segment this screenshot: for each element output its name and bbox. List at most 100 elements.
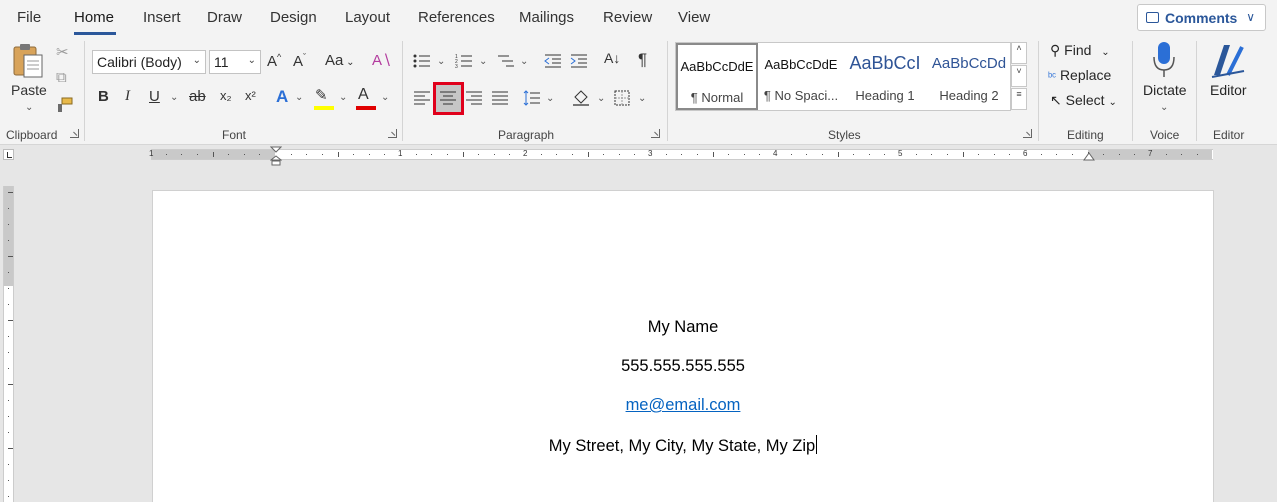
font-size-combo[interactable]: 11 ⌄ [209,50,261,74]
show-formatting-icon[interactable]: ¶ [638,50,647,70]
document-page[interactable]: My Name 555.555.555.555 me@email.com My … [152,190,1214,502]
chevron-down-icon[interactable]: ⌄ [597,93,605,104]
horizontal-ruler[interactable]: 1 1 2 3 4 5 6 7 [149,149,1213,160]
increase-indent-icon[interactable] [570,53,588,69]
chevron-down-icon[interactable]: ⌄ [381,92,389,103]
styles-scroll-up-icon[interactable]: ˄ [1011,42,1027,64]
style-no-spacing-sample: AaBbCcDdE [764,57,838,72]
ruler-tick [243,154,245,155]
tab-stop-selector[interactable] [3,149,14,160]
ruler-tick [321,154,323,155]
doc-line-name[interactable]: My Name [153,318,1213,337]
numbering-icon[interactable]: 1 2 3 [455,53,473,69]
ruler-tick [8,352,9,353]
shrink-font-icon[interactable]: Aˇ [293,52,306,70]
tab-references[interactable]: References [418,9,495,26]
strikethrough-button[interactable]: ab [189,88,206,105]
select-button[interactable]: ↖ Select ⌄ [1050,92,1117,109]
paste-button-label[interactable]: Paste [11,82,47,98]
doc-line-email[interactable]: me@email.com [153,396,1213,415]
right-indent-marker-icon[interactable] [1083,152,1095,162]
email-link[interactable]: me@email.com [626,396,741,414]
chevron-down-icon[interactable]: ⌄ [546,93,554,104]
chevron-down-icon[interactable]: ⌄ [479,56,487,67]
tab-design[interactable]: Design [270,9,317,26]
grow-font-icon[interactable]: A^ [267,52,281,70]
ruler-tick [556,154,558,155]
chevron-down-icon[interactable]: ⌄ [520,56,528,67]
shading-icon[interactable] [571,89,591,107]
tab-insert[interactable]: Insert [143,9,181,26]
multilevel-list-icon[interactable] [497,53,515,69]
indent-marker-icon[interactable] [270,146,282,166]
ruler-number: 7 [1148,149,1153,158]
clipboard-launcher-icon[interactable] [70,129,79,138]
styles-scroll-down-icon[interactable]: ˅ [1011,65,1027,87]
tab-layout[interactable]: Layout [345,9,390,26]
styles-more-icon[interactable]: ≡ [1011,88,1027,110]
justify-icon[interactable] [491,90,509,106]
bold-button[interactable]: B [98,88,109,105]
tab-mailings[interactable]: Mailings [519,9,574,26]
ruler-tick [8,400,9,401]
editor-icon[interactable] [1210,41,1246,79]
vertical-ruler[interactable] [3,186,14,502]
text-effects-icon[interactable]: A [276,87,288,107]
paste-icon[interactable] [12,43,46,79]
highlight-icon[interactable]: ✎ [315,86,328,104]
ruler-tick [8,448,13,449]
paragraph-launcher-icon[interactable] [651,129,660,138]
dictate-button-label[interactable]: Dictate [1143,82,1187,98]
format-painter-icon[interactable] [56,97,74,113]
chevron-down-icon[interactable]: ⌄ [638,93,646,104]
microphone-icon[interactable] [1152,41,1176,79]
bullets-icon[interactable] [413,53,431,69]
font-color-icon[interactable]: A [358,86,369,104]
doc-line-phone[interactable]: 555.555.555.555 [153,357,1213,376]
ruler-tick [8,240,9,241]
superscript-button[interactable]: x² [245,88,256,103]
style-normal[interactable]: AaBbCcDdE ¶ Normal [676,43,758,110]
editor-button-label[interactable]: Editor [1210,82,1247,98]
change-case-icon[interactable]: Aa ⌄ [325,52,355,69]
style-heading-1-name: Heading 1 [855,88,915,103]
ruler-tick [571,154,573,155]
borders-icon[interactable] [614,90,630,106]
align-left-icon[interactable] [413,90,431,106]
chevron-down-icon[interactable]: ⌄ [170,92,178,103]
style-no-spacing[interactable]: AaBbCcDdE ¶ No Spaci... [760,43,842,110]
style-normal-name: ¶ Normal [690,90,744,105]
paste-dropdown-icon[interactable]: ⌄ [25,102,33,113]
comments-button[interactable]: Comments ∨ [1137,4,1266,31]
chevron-down-icon[interactable]: ⌄ [295,92,303,103]
cut-icon[interactable]: ✂ [56,43,69,61]
cursor-icon: ↖ [1050,92,1062,108]
copy-icon[interactable]: ⧉ [56,69,67,86]
sort-icon[interactable]: A↓ [604,50,620,66]
font-name-combo[interactable]: Calibri (Body) ⌄ [92,50,206,74]
underline-button[interactable]: U [149,88,160,105]
font-launcher-icon[interactable] [388,129,397,138]
decrease-indent-icon[interactable] [544,53,562,69]
style-heading-1-sample: AaBbCcI [849,53,921,73]
clear-formatting-icon[interactable]: A∖ [372,51,392,69]
styles-launcher-icon[interactable] [1023,129,1032,138]
tab-draw[interactable]: Draw [207,9,242,26]
replace-button[interactable]: ᵇᶜ Replace [1048,67,1111,83]
chevron-down-icon[interactable]: ⌄ [437,56,445,67]
subscript-button[interactable]: x₂ [220,88,232,103]
italic-button[interactable]: I [125,88,130,105]
find-button[interactable]: ⚲ Find ⌄ [1050,42,1110,59]
tab-view[interactable]: View [678,9,710,26]
line-spacing-icon[interactable] [523,90,541,106]
tab-review[interactable]: Review [603,9,652,26]
doc-line-address[interactable]: My Street, My City, My State, My Zip [153,435,1213,456]
tab-file[interactable]: File [17,9,41,26]
style-heading-2[interactable]: AaBbCcDd Heading 2 [928,43,1010,110]
chevron-down-icon[interactable]: ⌄ [339,92,347,103]
align-right-icon[interactable] [465,90,483,106]
tab-home[interactable]: Home [74,9,114,26]
style-heading-1[interactable]: AaBbCcI Heading 1 [844,43,926,110]
editor-group-label: Editor [1213,128,1245,142]
chevron-down-icon[interactable]: ⌄ [1160,102,1168,113]
